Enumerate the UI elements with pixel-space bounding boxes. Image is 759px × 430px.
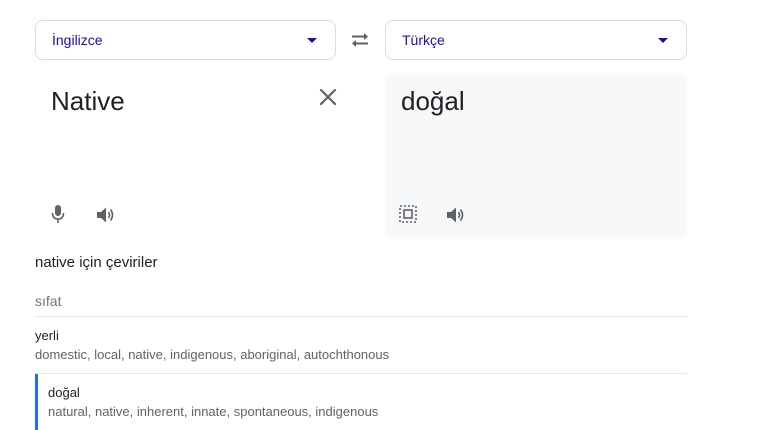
- swap-icon: [352, 33, 368, 47]
- speaker-icon: [97, 207, 114, 223]
- voice-input-button[interactable]: [44, 200, 72, 228]
- source-text-panel: Native: [35, 73, 337, 239]
- translation-word: doğal: [48, 385, 80, 400]
- speaker-icon: [447, 207, 464, 223]
- part-of-speech-label: sıfat: [35, 293, 62, 309]
- close-icon: [319, 88, 337, 106]
- translation-word: yerli: [35, 328, 59, 343]
- mic-icon: [51, 205, 65, 223]
- select-text-icon: [399, 205, 417, 223]
- translation-synonyms: natural, native, inherent, innate, spont…: [48, 404, 379, 419]
- translation-entry-selected[interactable]: doğal natural, native, inherent, innate,…: [35, 374, 687, 430]
- target-language-label: Türkçe: [402, 32, 445, 48]
- swap-languages-button[interactable]: [346, 28, 374, 52]
- source-language-label: İngilizce: [52, 32, 103, 48]
- chevron-down-icon: [307, 37, 317, 43]
- clear-source-button[interactable]: [314, 83, 342, 111]
- chevron-down-icon: [658, 37, 668, 43]
- source-text-input[interactable]: Native: [51, 86, 125, 117]
- listen-source-button[interactable]: [92, 201, 120, 229]
- translations-heading: native için çeviriler: [35, 254, 158, 271]
- translation-synonyms: domestic, local, native, indigenous, abo…: [35, 347, 390, 362]
- divider: [35, 316, 687, 317]
- translation-panel: doğal: [385, 73, 687, 239]
- listen-translation-button[interactable]: [442, 201, 470, 229]
- select-text-button[interactable]: [394, 200, 422, 228]
- translated-text: doğal: [401, 86, 465, 116]
- source-language-select[interactable]: İngilizce: [35, 20, 336, 60]
- target-language-select[interactable]: Türkçe: [385, 20, 687, 60]
